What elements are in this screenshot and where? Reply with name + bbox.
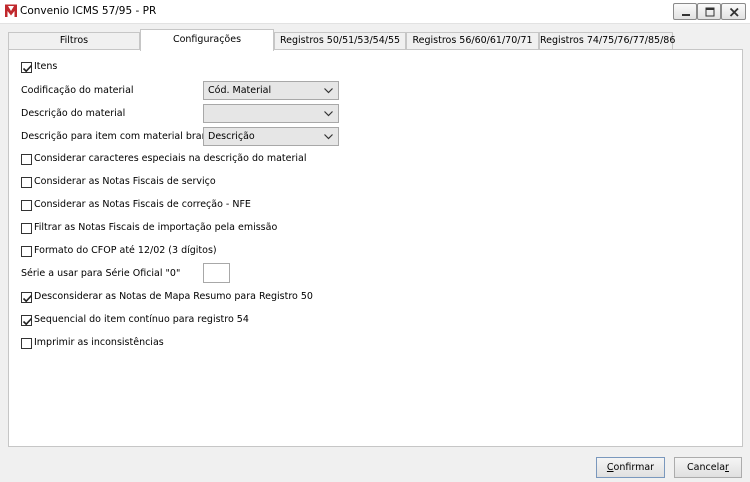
- tab-registros-74[interactable]: Registros 74/75/76/77/85/86: [539, 32, 676, 50]
- inconsistencias-checkbox[interactable]: [21, 338, 32, 349]
- itens-label: Itens: [34, 61, 58, 72]
- tab-label: Configurações: [172, 34, 242, 45]
- descricao-branco-select[interactable]: Descrição: [203, 127, 339, 146]
- chevron-down-icon: [324, 134, 333, 140]
- cancelar-button[interactable]: Cancelar: [674, 457, 742, 478]
- app-logo-icon: [4, 4, 18, 18]
- minimize-button[interactable]: [673, 3, 697, 20]
- confirmar-mnemonic: C: [606, 462, 614, 473]
- descricao-label: Descrição do material: [21, 108, 126, 119]
- itens-checkbox[interactable]: [21, 62, 33, 73]
- tab-filtros[interactable]: Filtros: [8, 32, 140, 50]
- descricao-branco-value: Descrição: [208, 131, 255, 142]
- tab-label: Filtros: [59, 35, 89, 46]
- inconsistencias-label: Imprimir as inconsistências: [34, 337, 164, 348]
- title-bar: Convenio ICMS 57/95 - PR: [0, 0, 750, 24]
- maximize-icon: [705, 7, 715, 17]
- codificacao-select[interactable]: Cód. Material: [203, 81, 339, 100]
- codificacao-label: Codificação do material: [21, 85, 134, 96]
- cfop-checkbox[interactable]: [21, 246, 32, 257]
- descricao-select[interactable]: [203, 104, 339, 123]
- sequencial-checkbox[interactable]: [21, 315, 33, 326]
- mapa-resumo-label: Desconsiderar as Notas de Mapa Resumo pa…: [34, 291, 313, 302]
- serie-label: Série a usar para Série Oficial "0": [21, 268, 181, 279]
- nf-correcao-label: Considerar as Notas Fiscais de correção …: [34, 199, 251, 210]
- nf-importacao-label: Filtrar as Notas Fiscais de importação p…: [34, 222, 278, 233]
- cancelar-mnemonic: r: [725, 462, 729, 473]
- close-icon: [729, 7, 739, 17]
- tab-registros-50[interactable]: Registros 50/51/53/54/55: [274, 32, 406, 50]
- configuracoes-panel: Itens Codificação do material Cód. Mater…: [8, 49, 743, 447]
- caracteres-especiais-checkbox[interactable]: [21, 154, 32, 165]
- caracteres-especiais-label: Considerar caracteres especiais na descr…: [34, 153, 307, 164]
- tab-label: Registros 50/51/53/54/55: [279, 35, 401, 46]
- cfop-label: Formato do CFOP até 12/02 (3 dígitos): [34, 245, 217, 256]
- sequencial-label: Sequencial do item contínuo para registr…: [34, 314, 249, 325]
- tab-configuracoes[interactable]: Configurações: [140, 29, 274, 51]
- codificacao-value: Cód. Material: [208, 85, 272, 96]
- close-button[interactable]: [721, 3, 746, 20]
- chevron-down-icon: [324, 111, 333, 117]
- descricao-branco-label: Descrição para item com material branco: [21, 131, 219, 142]
- confirmar-button[interactable]: Confirmar: [596, 457, 665, 478]
- chevron-down-icon: [324, 88, 333, 94]
- checkmark-icon: [22, 294, 33, 303]
- tab-label: Registros 56/60/61/70/71: [412, 35, 533, 46]
- maximize-button[interactable]: [697, 3, 721, 20]
- minimize-icon: [682, 14, 690, 16]
- serie-input[interactable]: [203, 263, 230, 283]
- nf-servico-label: Considerar as Notas Fiscais de serviço: [34, 176, 216, 187]
- confirmar-label: onfirmar: [613, 462, 655, 473]
- tab-label: Registros 74/75/76/77/85/86: [540, 35, 676, 46]
- checkmark-icon: [22, 64, 33, 73]
- nf-importacao-checkbox[interactable]: [21, 223, 32, 234]
- checkmark-icon: [22, 317, 33, 326]
- nf-correcao-checkbox[interactable]: [21, 200, 32, 211]
- mapa-resumo-checkbox[interactable]: [21, 292, 33, 303]
- tab-registros-56[interactable]: Registros 56/60/61/70/71: [406, 32, 539, 50]
- nf-servico-checkbox[interactable]: [21, 177, 32, 188]
- window-title: Convenio ICMS 57/95 - PR: [20, 5, 157, 17]
- cancelar-label: Cancela: [687, 462, 726, 473]
